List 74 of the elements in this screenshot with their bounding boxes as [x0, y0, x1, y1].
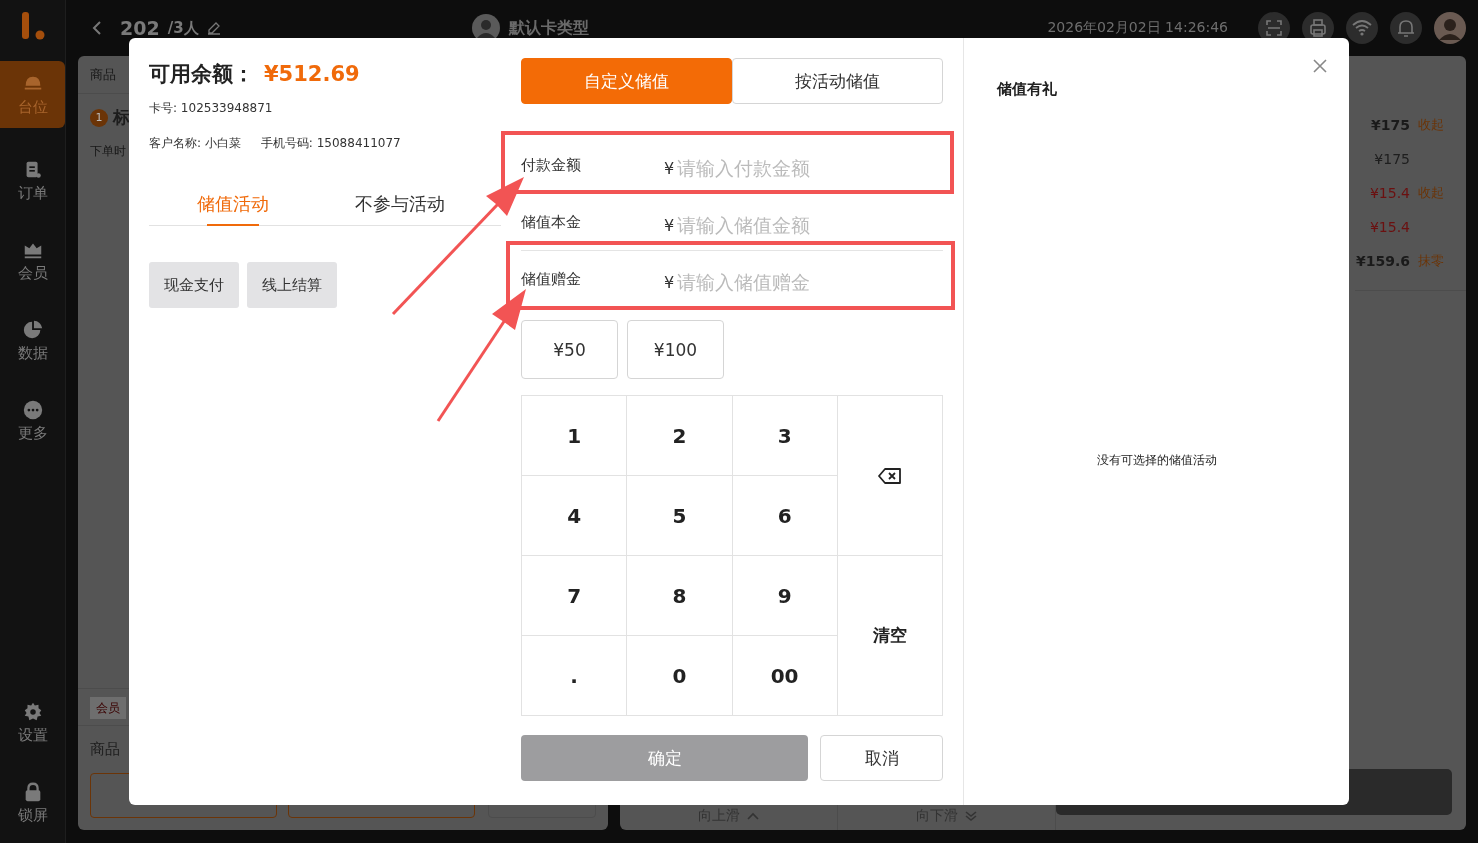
- customer-name: 客户名称: 小白菜: [149, 135, 241, 152]
- keypad-key[interactable]: 3: [732, 396, 838, 476]
- tab[interactable]: 不参与活动: [355, 192, 445, 225]
- member-tag: 会员: [90, 697, 126, 719]
- sidebar-label: 台位: [17, 97, 48, 117]
- amount: ¥15.4: [1369, 219, 1410, 235]
- quick-amount-button[interactable]: ¥50: [521, 320, 618, 379]
- currency-symbol: ¥: [664, 158, 675, 178]
- sidebar-item[interactable]: 更多: [0, 381, 65, 461]
- payment-button[interactable]: 线上结算: [247, 262, 337, 308]
- back-icon[interactable]: [92, 20, 102, 36]
- sidebar-item[interactable]: 会员: [0, 221, 65, 301]
- keypad-key[interactable]: 0: [627, 636, 733, 716]
- sidebar-label: 数据: [17, 344, 48, 363]
- field-label: 付款金额: [521, 155, 582, 175]
- card-type: 默认卡类型: [509, 17, 589, 39]
- keypad-key[interactable]: 00: [732, 636, 838, 716]
- currency-symbol: ¥: [664, 215, 675, 235]
- amount-input[interactable]: 请输入付款金额: [677, 157, 943, 179]
- item-name: 标: [113, 106, 130, 129]
- sidebar-item[interactable]: 数据: [0, 301, 65, 381]
- pie-chart-icon: [21, 319, 44, 341]
- logo-icon: [20, 12, 46, 40]
- section-title: 储值有礼: [997, 80, 1057, 99]
- sidebar-label: 订单: [17, 184, 48, 203]
- sidebar-item[interactable]: 设置: [0, 683, 65, 763]
- balance-amount: ¥512.69: [264, 62, 360, 86]
- backspace-icon: [877, 466, 902, 485]
- cancel-button[interactable]: 取消: [820, 735, 943, 781]
- keypad-key[interactable]: 5: [627, 476, 733, 556]
- quick-amount-button[interactable]: ¥100: [627, 320, 724, 379]
- sidebar-item[interactable]: 锁屏: [0, 763, 65, 843]
- amount: ¥15.4: [1369, 185, 1410, 201]
- sidebar-label: 锁屏: [17, 806, 48, 825]
- sidebar-label: 更多: [17, 424, 48, 443]
- balance-label: 可用余额：: [149, 61, 254, 88]
- table-number: 202: [120, 17, 160, 39]
- keypad-key[interactable]: 2: [627, 396, 733, 476]
- guest-count: /3人: [167, 18, 199, 38]
- double-chevron-down-icon: [963, 809, 978, 822]
- wifi-icon[interactable]: [1346, 12, 1378, 44]
- clear-key[interactable]: 清空: [837, 556, 943, 716]
- currency-symbol: ¥: [664, 272, 675, 292]
- more-icon: [21, 399, 44, 421]
- keypad-key[interactable]: 8: [627, 556, 733, 636]
- column-header: 商品: [90, 65, 116, 84]
- amount-input[interactable]: 请输入储值赠金: [677, 271, 943, 293]
- keypad-key[interactable]: 1: [522, 396, 628, 476]
- payment-button[interactable]: 现金支付: [149, 262, 239, 308]
- keypad-key[interactable]: 4: [522, 476, 628, 556]
- datetime: 2026年02月02日 14:26:46: [1047, 19, 1228, 37]
- keypad-key[interactable]: .: [522, 636, 628, 716]
- mode-tab[interactable]: 按活动储值: [732, 58, 943, 104]
- sidebar-label: 设置: [17, 726, 48, 745]
- edit-icon[interactable]: [206, 21, 221, 35]
- chevron-up-icon: [745, 810, 760, 821]
- keypad-key[interactable]: 9: [732, 556, 838, 636]
- keypad-key[interactable]: 7: [522, 556, 628, 636]
- amount: ¥175: [1371, 117, 1410, 133]
- card-number: 卡号: 102533948871: [149, 100, 274, 117]
- item-number-badge: 1: [90, 108, 108, 127]
- amount: ¥175: [1374, 151, 1410, 167]
- avatar-icon[interactable]: [1434, 12, 1466, 44]
- empty-message: 没有可选择的储值活动: [1096, 452, 1217, 469]
- field-label: 储值本金: [521, 212, 582, 232]
- sidebar-label: 会员: [17, 264, 48, 283]
- bell-icon[interactable]: [1390, 12, 1422, 44]
- field-label: 储值赠金: [521, 269, 582, 289]
- phone-number: 手机号码: 15088411077: [260, 135, 401, 152]
- sidebar-item[interactable]: 订单: [0, 141, 65, 221]
- close-icon[interactable]: [1313, 59, 1327, 73]
- keypad-key[interactable]: 6: [732, 476, 838, 556]
- amount: ¥159.6: [1355, 253, 1410, 269]
- amount-input[interactable]: 请输入储值金额: [677, 214, 943, 236]
